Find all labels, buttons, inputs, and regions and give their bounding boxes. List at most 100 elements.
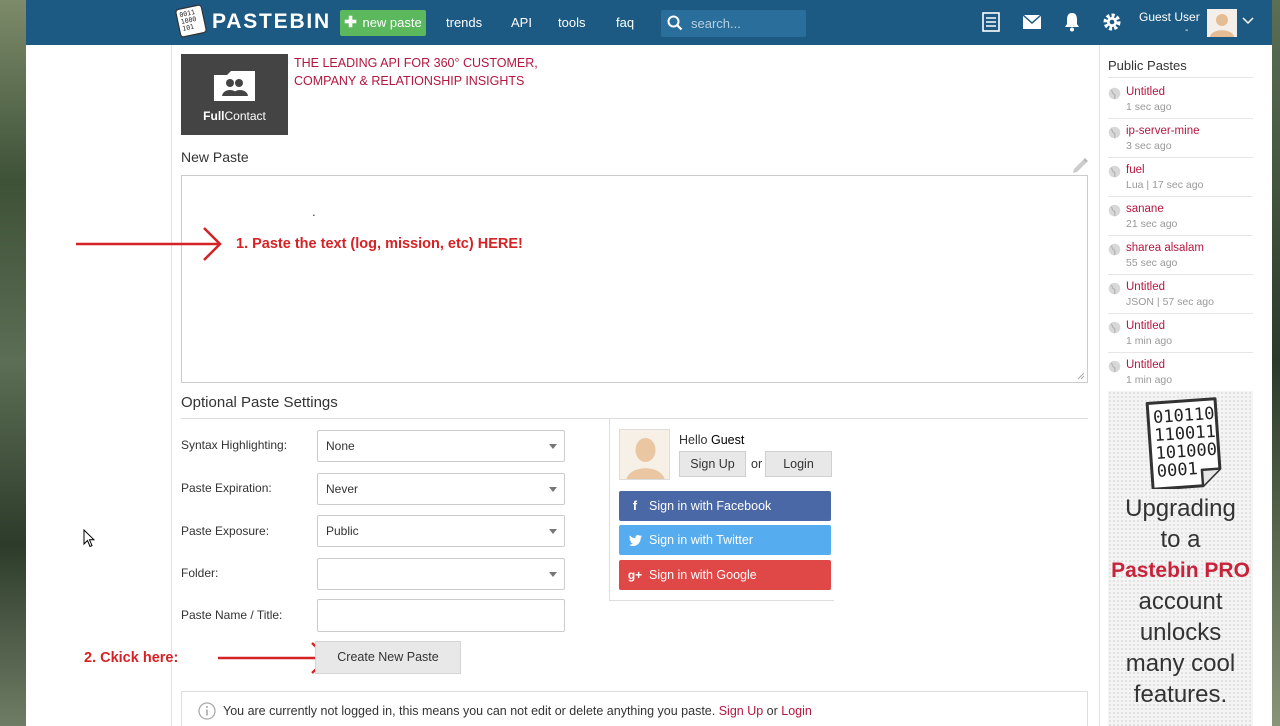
public-paste-item[interactable]: Untitled JSON | 57 sec ago — [1108, 278, 1253, 317]
new-paste-button[interactable]: ✚ new paste — [340, 10, 426, 36]
public-paste-title[interactable]: fuel — [1126, 164, 1145, 176]
globe-icon — [1108, 204, 1121, 217]
nav-api[interactable]: API — [511, 15, 532, 30]
pastebin-pro-ad[interactable]: 010110 110011 101000 0001 Upgrading to a… — [1108, 391, 1253, 726]
mouse-cursor-icon — [83, 529, 95, 548]
sidebar-divider — [1108, 235, 1253, 236]
svg-text:0001: 0001 — [1156, 459, 1198, 482]
new-paste-label: new paste — [362, 15, 422, 30]
ad-text-line1[interactable]: THE LEADING API FOR 360° CUSTOMER, — [294, 56, 538, 70]
twitter-bird-icon — [627, 525, 643, 557]
login-button[interactable]: Login — [765, 451, 832, 477]
facebook-icon: f — [632, 499, 638, 513]
plus-icon: ✚ — [344, 14, 357, 31]
settings-gear-icon[interactable] — [1102, 12, 1122, 32]
nav-tools[interactable]: tools — [558, 15, 585, 30]
header-avatar[interactable] — [1207, 9, 1237, 37]
ad-text-line2[interactable]: COMPANY & RELATIONSHIP INSIGHTS — [294, 74, 524, 88]
public-paste-title[interactable]: Untitled — [1126, 86, 1165, 98]
nav-faq[interactable]: faq — [616, 15, 634, 30]
annotation-step-1: 1. Paste the text (log, mission, etc) HE… — [236, 236, 523, 252]
pencil-icon[interactable] — [1071, 157, 1089, 175]
sidebar-border — [1099, 45, 1100, 726]
exposure-label: Paste Exposure: — [181, 524, 270, 538]
sign-in-google-button[interactable]: g+ Sign in with Google — [619, 560, 831, 590]
public-paste-title[interactable]: ip-server-mine — [1126, 125, 1200, 137]
public-paste-meta: 1 sec ago — [1126, 101, 1172, 113]
chevron-down-icon[interactable] — [1242, 17, 1254, 25]
public-paste-item[interactable]: sharea alsalam 55 sec ago — [1108, 239, 1253, 278]
paste-content-area[interactable]: . — [181, 175, 1088, 383]
content-left-border — [171, 45, 172, 726]
sign-in-facebook-button[interactable]: f Sign in with Facebook — [619, 491, 831, 521]
sidebar-divider — [1108, 313, 1253, 314]
sign-up-button[interactable]: Sign Up — [679, 451, 746, 477]
globe-icon — [1108, 321, 1121, 334]
public-paste-item[interactable]: sanane 21 sec ago — [1108, 200, 1253, 239]
pro-ad-text: Upgrading to a Pastebin PRO account unlo… — [1111, 495, 1250, 708]
public-paste-title[interactable]: Untitled — [1126, 281, 1165, 293]
public-paste-item[interactable]: Untitled 1 sec ago — [1108, 83, 1253, 122]
dropdown-caret-icon — [549, 529, 557, 534]
folder-select[interactable] — [317, 558, 565, 590]
public-paste-meta: 1 min ago — [1126, 374, 1173, 386]
public-paste-title[interactable]: Untitled — [1126, 359, 1165, 371]
fullcontact-ad-image[interactable]: FullContact — [181, 54, 288, 135]
my-pastes-list-icon[interactable] — [982, 12, 1000, 32]
pastebin-logo-icon[interactable]: 0011 1000 101 — [174, 4, 208, 38]
pastebin-logo-text[interactable]: PASTEBIN — [212, 10, 331, 34]
desktop-background-left — [0, 0, 26, 726]
public-pastes-heading: Public Pastes — [1108, 58, 1187, 73]
optional-settings-heading: Optional Paste Settings — [181, 394, 338, 411]
hello-guest-text: Hello Guest — [679, 433, 745, 447]
annotation-arrow-1 — [76, 227, 222, 261]
notice-login-link[interactable]: Login — [781, 704, 812, 718]
paste-textarea[interactable] — [182, 176, 1087, 382]
public-paste-item[interactable]: ip-server-mine 3 sec ago — [1108, 122, 1253, 161]
public-paste-item[interactable]: Untitled 1 min ago — [1108, 356, 1253, 395]
public-paste-meta: 3 sec ago — [1126, 140, 1172, 152]
fullcontact-brand: FullContact — [203, 109, 266, 123]
paste-exposure-select[interactable]: Public — [317, 515, 565, 547]
paste-expiration-select[interactable]: Never — [317, 473, 565, 505]
site-header: 0011 1000 101 PASTEBIN ✚ new paste trend… — [26, 0, 1272, 45]
public-paste-title[interactable]: sharea alsalam — [1126, 242, 1204, 254]
sign-in-twitter-button[interactable]: Sign in with Twitter — [619, 525, 831, 555]
globe-icon — [1108, 126, 1121, 139]
public-paste-item[interactable]: Untitled 1 min ago — [1108, 317, 1253, 356]
search-input[interactable] — [691, 15, 801, 32]
browser-viewport: 0011 1000 101 PASTEBIN ✚ new paste trend… — [26, 0, 1272, 726]
syntax-highlighting-select[interactable]: None — [317, 430, 565, 462]
public-paste-item[interactable]: fuel Lua | 17 sec ago — [1108, 161, 1253, 200]
create-new-paste-button[interactable]: Create New Paste — [315, 641, 461, 674]
public-paste-meta: JSON | 57 sec ago — [1126, 296, 1214, 308]
header-user-name[interactable]: Guest User — [1139, 10, 1200, 24]
search-icon[interactable] — [667, 15, 683, 31]
sidebar-divider — [1108, 77, 1253, 78]
dropdown-caret-icon — [549, 487, 557, 492]
google-plus-icon: g+ — [627, 568, 643, 582]
header-user-sub: - — [1185, 25, 1189, 36]
info-icon — [198, 702, 216, 720]
globe-icon — [1108, 360, 1121, 373]
public-paste-meta: 55 sec ago — [1126, 257, 1178, 269]
public-paste-title[interactable]: Untitled — [1126, 320, 1165, 332]
notice-sign-up-link[interactable]: Sign Up — [719, 704, 763, 718]
sidebar-divider — [1108, 274, 1253, 275]
sidebar-divider — [1108, 196, 1253, 197]
folder-label: Folder: — [181, 566, 219, 580]
globe-icon — [1108, 165, 1121, 178]
guest-avatar — [619, 429, 670, 480]
paste-name-input[interactable] — [317, 599, 565, 632]
nav-trends[interactable]: trends — [446, 15, 482, 30]
not-logged-in-notice: You are currently not logged in, this me… — [181, 691, 1088, 726]
search-box — [661, 10, 806, 37]
new-paste-heading: New Paste — [181, 149, 249, 165]
public-paste-meta: Lua | 17 sec ago — [1126, 179, 1204, 191]
globe-icon — [1108, 243, 1121, 256]
sidebar-divider — [1108, 157, 1253, 158]
public-paste-title[interactable]: sanane — [1126, 203, 1164, 215]
mail-icon[interactable] — [1022, 14, 1042, 30]
notification-bell-icon[interactable] — [1063, 12, 1081, 32]
resize-handle-icon[interactable] — [1077, 372, 1085, 380]
